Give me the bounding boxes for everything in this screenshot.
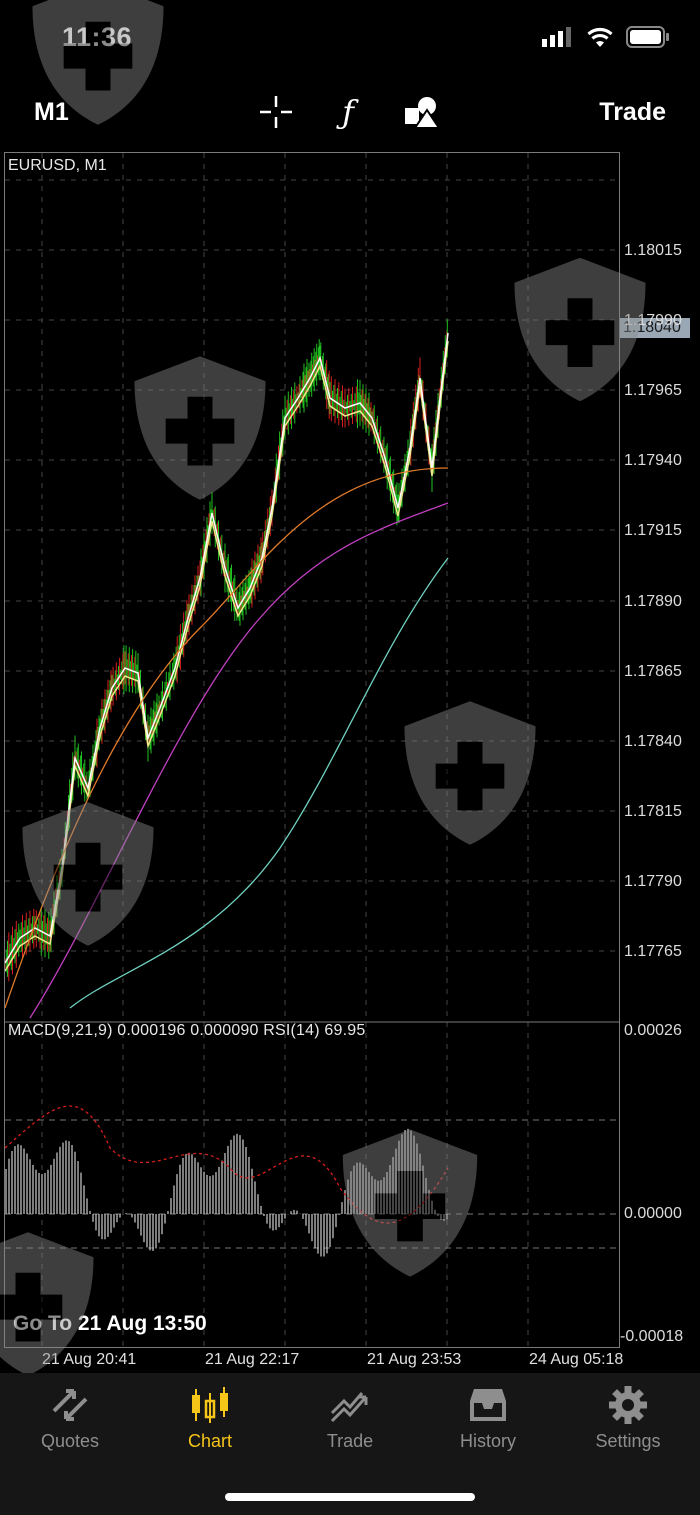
indicator-label: MACD(9,21,9) 0.000196 0.000090 RSI(14) 6… (8, 1022, 366, 1039)
wifi-icon (587, 27, 613, 47)
crosshair-icon[interactable] (256, 94, 296, 130)
tab-settings[interactable]: Settings (568, 1385, 688, 1455)
symbol-label: EURUSD, M1 (8, 157, 107, 174)
tab-label: Chart (187, 1431, 232, 1451)
tab-history[interactable]: History (428, 1385, 548, 1455)
history-icon (470, 1389, 506, 1421)
price-tick: 1.17765 (624, 943, 682, 960)
status-time: 11:36 (62, 22, 133, 52)
tab-quotes[interactable]: Quotes (10, 1385, 130, 1455)
price-tick: 1.17965 (624, 382, 682, 399)
settings-icon (609, 1386, 647, 1424)
chart-area[interactable]: EURUSD, M1 1.18040 1.18015 1.17990 1.179… (0, 148, 700, 1370)
tab-trade[interactable]: Trade (290, 1385, 410, 1455)
status-icons (542, 26, 670, 48)
tab-label: Settings (595, 1431, 661, 1451)
price-tick: 1.17940 (624, 452, 682, 469)
trade-icon (330, 1392, 368, 1423)
tab-label: Quotes (40, 1431, 100, 1451)
indicator-scale-zero: 0.00000 (624, 1205, 682, 1222)
timeframe-button[interactable]: M1 (34, 98, 69, 127)
battery-icon (626, 26, 669, 48)
tab-chart[interactable]: Chart (150, 1385, 270, 1455)
chart-frame (4, 152, 620, 1348)
trade-button[interactable]: Trade (599, 98, 666, 127)
quotes-icon (52, 1389, 88, 1421)
cellular-signal-icon (542, 27, 571, 47)
price-tick: 1.17790 (624, 873, 682, 890)
chart-toolbar: M1 ƒ Trade (0, 84, 700, 140)
status-bar: 11:36 (0, 0, 700, 80)
time-tick: 24 Aug 05:18 (529, 1351, 624, 1368)
function-icon[interactable]: ƒ (328, 93, 368, 131)
price-tick: 1.18015 (624, 242, 682, 259)
price-tick: 1.17990 (624, 312, 682, 329)
tab-label: History (459, 1431, 516, 1451)
home-indicator (225, 1493, 475, 1501)
time-tick: 21 Aug 23:53 (367, 1351, 462, 1368)
time-tick: 21 Aug 20:41 (42, 1351, 137, 1368)
time-tick: 21 Aug 22:17 (205, 1351, 300, 1368)
objects-icon[interactable] (402, 94, 442, 130)
price-tick: 1.17915 (624, 522, 682, 539)
price-tick: 1.17840 (624, 733, 682, 750)
price-tick: 1.17815 (624, 803, 682, 820)
goto-date-label[interactable]: Go To 21 Aug 13:50 (13, 1312, 207, 1336)
chart-icon (192, 1387, 228, 1423)
indicator-scale-top: 0.00026 (624, 1022, 682, 1039)
price-tick: 1.17890 (624, 593, 682, 610)
indicator-scale-bottom: -0.00018 (620, 1328, 684, 1345)
price-tick: 1.17865 (624, 663, 682, 680)
tab-label: Trade (326, 1431, 374, 1451)
